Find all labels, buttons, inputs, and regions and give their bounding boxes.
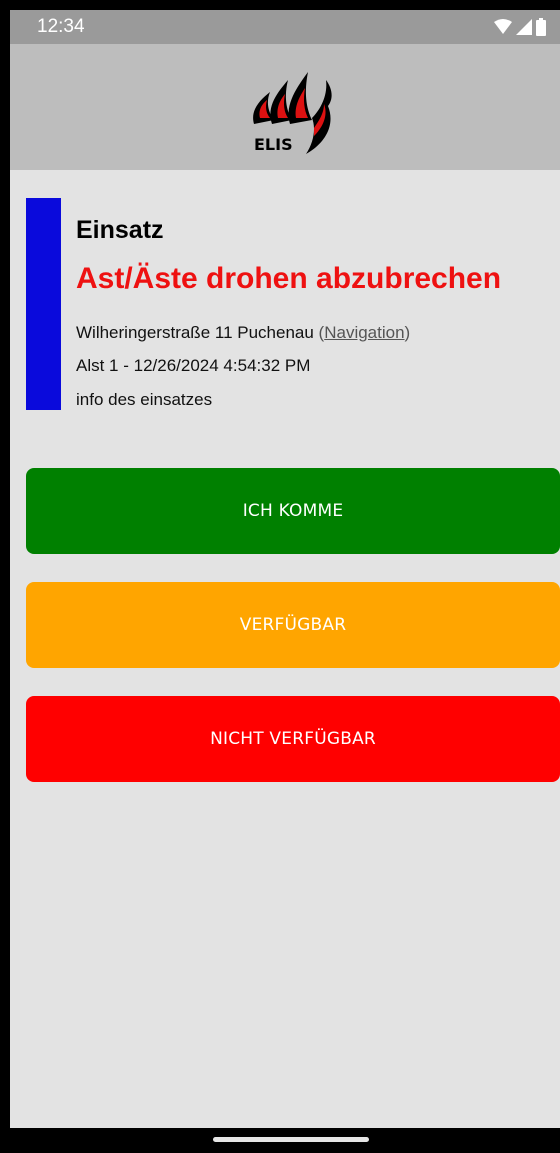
wifi-icon bbox=[494, 19, 512, 34]
status-time: 12:34 bbox=[37, 16, 85, 37]
incident-card: Einsatz Ast/Äste drohen abzubrechen Wilh… bbox=[26, 198, 560, 410]
incident-heading: Einsatz bbox=[76, 216, 164, 244]
incident-title: Ast/Äste drohen abzubrechen bbox=[76, 262, 502, 295]
nicht-verfuegbar-label: NICHT VERFÜGBAR bbox=[210, 729, 376, 749]
status-bar: 12:34 bbox=[10, 10, 560, 44]
incident-accent-bar bbox=[26, 198, 61, 410]
app-screen: 12:34 ELIS Einsatz Ast/Äste drohen abzub… bbox=[10, 10, 560, 1153]
navigation-paren-close: ) bbox=[404, 323, 411, 342]
nicht-verfuegbar-button[interactable]: NICHT VERFÜGBAR bbox=[26, 696, 560, 782]
home-indicator[interactable] bbox=[213, 1137, 369, 1142]
incident-address-line: Wilheringerstraße 11 Puchenau (Navigatio… bbox=[76, 323, 410, 343]
ich-komme-label: ICH KOMME bbox=[242, 501, 344, 521]
app-header: ELIS bbox=[10, 44, 560, 170]
verfuegbar-label: VERFÜGBAR bbox=[239, 615, 347, 635]
incident-address: Wilheringerstraße 11 Puchenau bbox=[76, 323, 314, 342]
ich-komme-button[interactable]: ICH KOMME bbox=[26, 468, 560, 554]
main-content: Einsatz Ast/Äste drohen abzubrechen Wilh… bbox=[10, 170, 560, 1128]
status-icons bbox=[494, 18, 546, 36]
signal-icon bbox=[516, 19, 532, 35]
incident-info: info des einsatzes bbox=[76, 390, 213, 409]
battery-icon bbox=[536, 18, 546, 36]
system-nav-bar bbox=[10, 1128, 560, 1153]
logo-text: ELIS bbox=[254, 135, 293, 154]
verfuegbar-button[interactable]: VERFÜGBAR bbox=[26, 582, 560, 668]
incident-alarm-line: Alst 1 - 12/26/2024 4:54:32 PM bbox=[76, 356, 311, 375]
elis-logo: ELIS bbox=[253, 72, 332, 154]
navigation-link[interactable]: Navigation bbox=[324, 323, 404, 342]
